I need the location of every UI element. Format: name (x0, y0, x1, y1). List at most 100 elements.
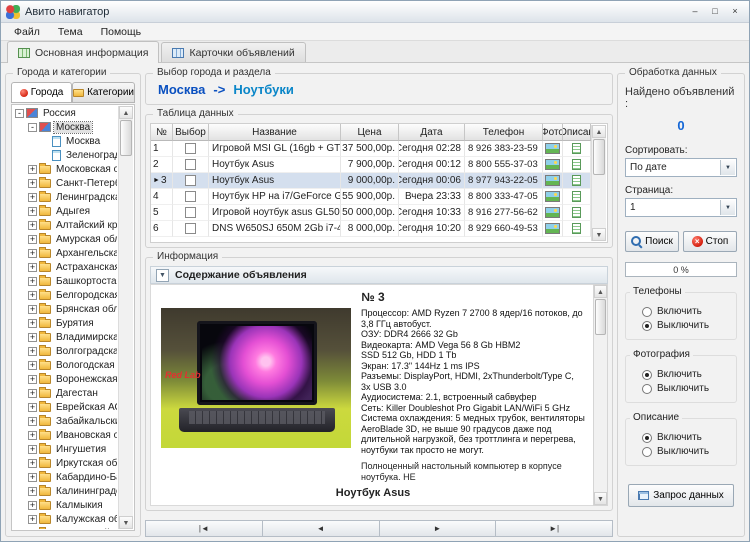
tree-node[interactable]: + Дагестан (14, 386, 117, 400)
tree-expand-toggle[interactable]: + (28, 360, 37, 370)
tree-node[interactable]: + Ленинградская обл. (14, 190, 117, 204)
tree-scrollbar[interactable]: ▲ ▼ (118, 106, 133, 529)
radio-icon[interactable] (642, 306, 652, 317)
scroll-thumb[interactable] (593, 139, 605, 175)
row-checkbox[interactable] (185, 175, 196, 186)
tree-node[interactable]: + Астраханская обл. (14, 260, 117, 274)
radio-icon[interactable] (642, 383, 652, 394)
tree-expand-toggle[interactable]: + (28, 388, 37, 398)
tree-expand-toggle[interactable]: + (28, 458, 37, 468)
stop-button[interactable]: × Стоп (683, 231, 737, 252)
tree-node[interactable]: + Бурятия (14, 316, 117, 330)
description-enable-radio[interactable]: Включить (642, 432, 732, 443)
tree-node[interactable]: - Москва (14, 120, 117, 134)
menu-item[interactable]: Помощь (92, 25, 151, 39)
row-checkbox[interactable] (185, 223, 196, 234)
row-checkbox[interactable] (185, 159, 196, 170)
radio-icon[interactable] (642, 446, 652, 457)
radio-icon[interactable] (642, 432, 652, 443)
tree-expand-toggle[interactable]: + (28, 262, 37, 272)
minimize-button[interactable]: – (686, 4, 704, 19)
prev-record-button[interactable]: ◄ (262, 520, 380, 537)
scroll-down-icon[interactable]: ▼ (119, 516, 133, 529)
tree-node[interactable]: Москва (14, 134, 117, 148)
tree-node[interactable]: + Забайкальский край (14, 414, 117, 428)
tree-node[interactable]: + Иркутская область (14, 456, 117, 470)
scroll-down-icon[interactable]: ▼ (594, 492, 607, 505)
tree-node[interactable]: + Адыгея (14, 204, 117, 218)
tab-categories[interactable]: Категории (72, 82, 135, 103)
tree-node[interactable]: + Белгородская обл. (14, 288, 117, 302)
request-data-button[interactable]: Запрос данных (628, 484, 734, 507)
scroll-down-icon[interactable]: ▼ (592, 228, 606, 241)
tree-expand-toggle[interactable]: + (28, 290, 37, 300)
table-row[interactable]: ►4 Ноутбук HP на i7/GeForce GTX 850/1 55… (151, 189, 591, 205)
tree-node[interactable]: Зеленоград (14, 148, 117, 162)
tree-node[interactable]: + Воронежская обл. (14, 372, 117, 386)
col-phone[interactable]: Телефон (465, 124, 543, 141)
tab-ad-cards[interactable]: Карточки объявлений (161, 42, 306, 62)
tree-expand-toggle[interactable]: + (28, 472, 37, 482)
tree-node[interactable]: + Амурская область (14, 232, 117, 246)
row-checkbox[interactable] (185, 191, 196, 202)
tree-node[interactable]: + Еврейская АО (14, 400, 117, 414)
tree-node[interactable]: + Ингушетия (14, 442, 117, 456)
row-checkbox[interactable] (185, 143, 196, 154)
tree-node[interactable]: + Ивановская область (14, 428, 117, 442)
tree-expand-toggle[interactable]: + (28, 304, 37, 314)
table-row[interactable]: ►1 Игровой MSI GL (16gb + GTX) 37 500,00… (151, 141, 591, 157)
maximize-button[interactable]: □ (706, 4, 724, 19)
tree-expand-toggle[interactable]: + (28, 164, 37, 174)
col-number[interactable]: № (151, 124, 173, 141)
tree-expand-toggle[interactable]: + (28, 192, 37, 202)
scroll-up-icon[interactable]: ▲ (592, 125, 606, 138)
tree-expand-toggle[interactable]: + (28, 486, 37, 496)
tree-node[interactable]: + Калмыкия (14, 498, 117, 512)
col-photo[interactable]: Фото (543, 124, 563, 141)
search-button[interactable]: Поиск (625, 231, 679, 252)
table-scrollbar[interactable]: ▲ ▼ (591, 125, 606, 241)
tree-expand-toggle[interactable]: + (28, 234, 37, 244)
tree-expand-toggle[interactable]: + (28, 402, 37, 412)
info-scrollbar[interactable]: ▲ ▼ (593, 284, 608, 506)
tree-node[interactable]: - Россия (14, 106, 117, 120)
tree-expand-toggle[interactable]: + (28, 374, 37, 384)
description-disable-radio[interactable]: Выключить (642, 446, 732, 457)
phones-disable-radio[interactable]: Выключить (642, 320, 732, 331)
tree-expand-toggle[interactable]: + (28, 416, 37, 426)
tree-node[interactable]: + Вологодская обл. (14, 358, 117, 372)
tree-node[interactable]: + Брянская область (14, 302, 117, 316)
menu-item[interactable]: Файл (5, 25, 49, 39)
tree-node[interactable]: + Владимирская обл. (14, 330, 117, 344)
photo-enable-radio[interactable]: Включить (642, 369, 732, 380)
next-record-button[interactable]: ► (379, 520, 497, 537)
sort-combobox[interactable]: По дате ▼ (625, 158, 737, 177)
table-row[interactable]: ►5 Игровой ноутбук asus GL502VT 50 000,0… (151, 205, 591, 221)
last-record-button[interactable]: ►| (496, 520, 613, 537)
row-checkbox[interactable] (185, 207, 196, 218)
tree-expand-toggle[interactable]: + (28, 206, 37, 216)
tree-expand-toggle[interactable]: + (28, 346, 37, 356)
tree-expand-toggle[interactable]: + (28, 318, 37, 328)
tree-node[interactable]: + Санкт-Петербург (14, 176, 117, 190)
tree-expand-toggle[interactable]: + (28, 514, 37, 524)
close-button[interactable]: × (726, 4, 744, 19)
tree-node[interactable]: + Калининградская обл. (14, 484, 117, 498)
scroll-up-icon[interactable]: ▲ (594, 285, 607, 298)
chevron-down-icon[interactable]: ▼ (720, 200, 735, 215)
tree-node[interactable]: + Камчатский край (14, 526, 117, 529)
col-name[interactable]: Название (209, 124, 341, 141)
tab-main-info[interactable]: Основная информация (7, 41, 160, 63)
tree-node[interactable]: + Алтайский край (14, 218, 117, 232)
tree-expand-toggle[interactable]: - (15, 108, 24, 118)
collapse-icon[interactable]: ▼ (156, 268, 169, 282)
radio-icon[interactable] (642, 369, 652, 380)
tree-expand-toggle[interactable]: - (28, 122, 37, 132)
tree-node[interactable]: + Московская область (14, 162, 117, 176)
table-row[interactable]: ► 3 Ноутбук Asus 9 000,00р. Сегодня 00:06… (151, 173, 591, 189)
scroll-thumb[interactable] (120, 120, 132, 156)
tree-node[interactable]: + Архангельская обл. (14, 246, 117, 260)
tree-expand-toggle[interactable]: + (28, 528, 37, 529)
phones-enable-radio[interactable]: Включить (642, 306, 732, 317)
table-row[interactable]: ►6 DNS W650SJ 650M 2Gb i7-4700MQ 8 000,0… (151, 221, 591, 237)
